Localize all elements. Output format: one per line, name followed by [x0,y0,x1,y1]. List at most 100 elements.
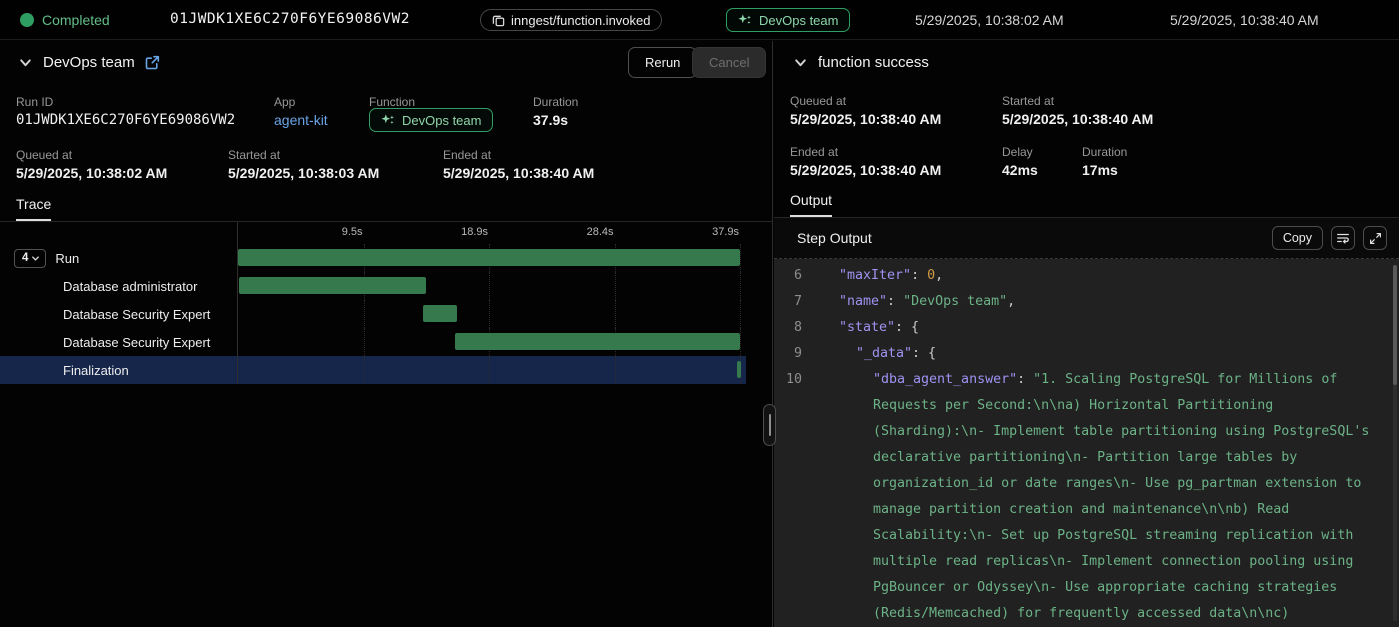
app-label: App [274,95,295,109]
tab-output[interactable]: Output [790,192,832,217]
trace-row-chart-cell [237,328,740,356]
trace-waterfall: 9.5s18.9s28.4s37.9s 4RunDatabase adminis… [0,222,746,384]
step-started-label: Started at [1002,94,1054,108]
trace-row-chart-cell [237,356,740,384]
child-count-badge[interactable]: 4 [14,249,46,268]
code-line: 9"_data": { [774,341,1399,367]
gridline [615,300,616,328]
chevron-down-icon[interactable] [793,55,808,70]
function-label: Function [369,95,415,109]
function-badge[interactable]: DevOps team [726,8,850,32]
status-label: Completed [42,12,110,28]
trace-bar[interactable] [455,333,740,350]
gridline [489,356,490,384]
code-line: 10"dba_agent_answer": "1. Scaling Postgr… [774,367,1399,627]
trace-bar[interactable] [239,277,426,294]
code-content: "maxIter": 0, [804,263,1399,289]
function-value-badge[interactable]: DevOps team [369,108,493,132]
ended-at-value: 5/29/2025, 10:38:40 AM [443,165,594,181]
code-line: 6"maxIter": 0, [774,263,1399,289]
panel-resize-handle[interactable] [763,404,776,446]
code-content: "dba_agent_answer": "1. Scaling PostgreS… [804,367,1399,627]
event-badge[interactable]: inngest/function.invoked [480,9,662,31]
trace-row[interactable]: Database Security Expert [0,328,746,356]
line-number: 8 [774,315,804,341]
line-number: 7 [774,289,804,315]
run-status-bar: Completed 01JWDK1XE6C270F6YE69086VW2 inn… [0,0,1399,40]
code-scrollbar-thumb[interactable] [1393,265,1397,385]
code-lines: 6"maxIter": 0,7"name": "DevOps team",8"s… [774,263,1399,627]
topbar-run-id: 01JWDK1XE6C270F6YE69086VW2 [170,11,410,27]
axis-tick-label: 28.4s [587,226,615,238]
gridline [740,244,741,272]
child-count: 4 [22,252,28,264]
gridline [364,300,365,328]
sparkle-icon [738,13,752,27]
resize-grip-icon [769,414,771,436]
step-title: function success [818,54,929,71]
axis-tick-label: 37.9s [712,226,740,238]
word-wrap-button[interactable] [1331,226,1355,250]
tab-trace[interactable]: Trace [16,196,51,221]
trace-bar[interactable] [238,249,740,266]
code-line: 8"state": { [774,315,1399,341]
app-window: Completed 01JWDK1XE6C270F6YE69086VW2 inn… [0,0,1399,627]
trace-bar[interactable] [423,305,456,322]
chevron-down-icon[interactable] [18,55,33,70]
step-duration-label: Duration [1082,145,1127,159]
gridline [740,272,741,300]
event-badge-label: inngest/function.invoked [511,13,650,28]
step-queued-value: 5/29/2025, 10:38:40 AM [790,111,941,127]
trace-bar[interactable] [737,361,741,378]
run-id-value: 01JWDK1XE6C270F6YE69086VW2 [16,112,235,128]
trace-row[interactable]: Finalization [0,356,746,384]
trace-row-label-cell: Database Security Expert [0,300,237,328]
step-output-code[interactable]: 6"maxIter": 0,7"name": "DevOps team",8"s… [774,259,1399,627]
gridline [364,328,365,356]
line-number: 10 [774,367,804,627]
trace-row-chart-cell [237,244,740,272]
gridline [489,300,490,328]
line-number: 6 [774,263,804,289]
gridline [615,356,616,384]
trace-row-chart-cell [237,300,740,328]
status-dot-icon [20,13,34,27]
trace-row[interactable]: 4 Run [0,244,746,272]
cancel-button[interactable]: Cancel [692,47,766,78]
step-ended-label: Ended at [790,145,838,159]
app-link[interactable]: agent-kit [274,112,328,128]
trace-row-label: Run [55,251,79,266]
expand-button[interactable] [1363,226,1387,250]
step-delay-label: Delay [1002,145,1033,159]
code-line: 7"name": "DevOps team", [774,289,1399,315]
run-detail-panel: DevOps team Rerun Cancel Run ID 01JWDK1X… [0,41,773,627]
trace-row-label: Database Security Expert [63,335,210,350]
code-content: "name": "DevOps team", [804,289,1399,315]
step-output-title: Step Output [797,230,872,246]
step-duration-value: 17ms [1082,162,1118,178]
topbar-queued-time: 5/29/2025, 10:38:02 AM [915,12,1064,28]
rerun-button[interactable]: Rerun [628,47,697,78]
external-link-icon[interactable] [145,55,160,70]
function-badge-label: DevOps team [759,13,838,28]
trace-row-label-cell: Database administrator [0,272,237,300]
ended-at-label: Ended at [443,148,491,162]
trace-rows: 4 Run Database administrator Database Secur… [0,244,746,384]
step-queued-label: Queued at [790,94,846,108]
trace-row[interactable]: Database administrator [0,272,746,300]
gridline [615,272,616,300]
started-at-value: 5/29/2025, 10:38:03 AM [228,165,379,181]
chevron-down-icon [31,254,40,263]
gridline [740,328,741,356]
trace-row[interactable]: Database Security Expert [0,300,746,328]
copy-button[interactable]: Copy [1272,226,1323,250]
gridline [740,300,741,328]
queued-at-label: Queued at [16,148,72,162]
run-header: DevOps team [18,54,160,71]
trace-row-label-cell: Database Security Expert [0,328,237,356]
trace-axis: 9.5s18.9s28.4s37.9s [237,222,740,244]
code-content: "_data": { [804,341,1399,367]
trace-row-label: Database Security Expert [63,307,210,322]
step-delay-value: 42ms [1002,162,1038,178]
line-number: 9 [774,341,804,367]
